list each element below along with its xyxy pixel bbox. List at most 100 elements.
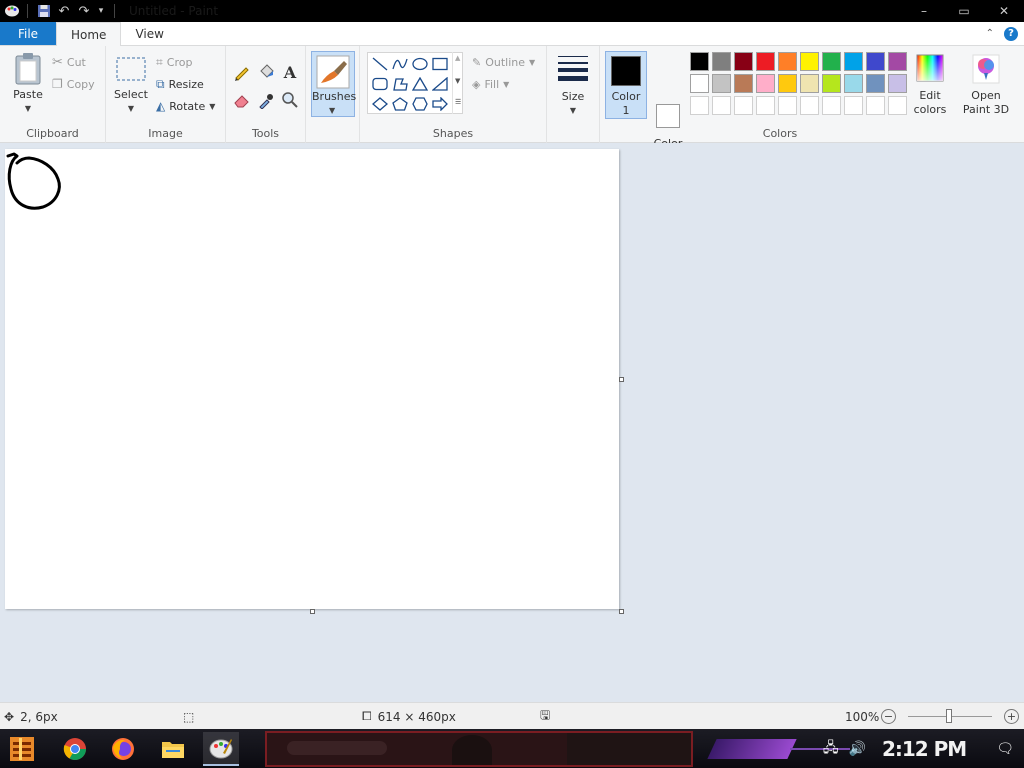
zoom-slider-thumb[interactable] — [946, 709, 952, 723]
select-button[interactable]: Select ▼ — [112, 56, 150, 116]
crop-icon: ⌗ — [156, 54, 163, 69]
scroll-down-icon[interactable]: ▼ — [455, 77, 460, 85]
file-explorer-taskbar-button[interactable] — [155, 732, 191, 766]
tab-home[interactable]: Home — [56, 22, 122, 47]
custom-color-slot[interactable] — [800, 96, 819, 115]
resize-handle-right[interactable] — [619, 377, 624, 382]
triangle-shape-icon[interactable] — [411, 76, 429, 92]
palette-color-swatch[interactable] — [734, 74, 753, 93]
start-button[interactable] — [4, 732, 40, 766]
help-icon[interactable]: ? — [1004, 26, 1018, 41]
palette-color-swatch[interactable] — [690, 74, 709, 93]
close-button[interactable]: ✕ — [984, 0, 1024, 22]
chrome-taskbar-button[interactable] — [57, 732, 93, 766]
custom-color-slot[interactable] — [844, 96, 863, 115]
palette-color-swatch[interactable] — [822, 74, 841, 93]
palette-color-swatch[interactable] — [778, 52, 797, 71]
resize-handle-corner[interactable] — [619, 609, 624, 614]
resize-button[interactable]: ⧉ Resize — [156, 74, 204, 94]
fill-bucket-icon[interactable] — [256, 62, 276, 82]
maximize-button[interactable]: ▭ — [944, 0, 984, 22]
text-icon[interactable]: A — [280, 62, 300, 82]
line-shape-icon[interactable] — [371, 56, 389, 72]
network-icon[interactable]: 🖧 — [823, 737, 839, 761]
resize-handle-bottom[interactable] — [310, 609, 315, 614]
tab-view[interactable]: View — [121, 22, 177, 45]
paste-button[interactable]: Paste ▼ — [8, 52, 48, 116]
palette-color-swatch[interactable] — [888, 52, 907, 71]
customize-quick-access-icon[interactable]: ▾ — [94, 2, 108, 20]
fill-caret-icon: ▼ — [503, 79, 510, 89]
palette-color-swatch[interactable] — [844, 52, 863, 71]
rounded-rectangle-shape-icon[interactable] — [371, 76, 389, 92]
minimize-button[interactable]: – — [904, 0, 944, 22]
volume-icon[interactable]: 🔊 — [849, 741, 866, 757]
cut-button[interactable]: ✂ Cut — [52, 52, 86, 72]
palette-color-swatch[interactable] — [866, 74, 885, 93]
pentagon-shape-icon[interactable] — [391, 96, 409, 112]
custom-color-slot[interactable] — [866, 96, 885, 115]
scroll-up-icon[interactable]: ▲ — [455, 54, 460, 62]
zoom-out-button[interactable]: − — [881, 709, 896, 724]
color-picker-icon[interactable] — [256, 90, 276, 110]
shapes-scrollbar[interactable]: ▲ ▼ ☰ — [452, 52, 463, 114]
drawing-canvas[interactable] — [5, 149, 619, 609]
brushes-button[interactable]: Brushes ▼ — [311, 51, 356, 117]
redo-icon[interactable]: ↷ — [74, 2, 94, 20]
custom-color-slot[interactable] — [822, 96, 841, 115]
paint-taskbar-button[interactable] — [203, 732, 239, 766]
color1-button[interactable]: Color 1 — [605, 51, 647, 119]
palette-color-swatch[interactable] — [756, 74, 775, 93]
arrow-shape-icon[interactable] — [431, 96, 449, 112]
taskbar-clock[interactable]: 2:12 PM — [882, 737, 967, 761]
palette-color-swatch[interactable] — [690, 52, 709, 71]
tab-file[interactable]: File — [0, 22, 56, 45]
palette-color-swatch[interactable] — [844, 74, 863, 93]
curve-shape-icon[interactable] — [391, 56, 409, 72]
save-icon[interactable] — [34, 2, 54, 20]
eraser-icon[interactable] — [232, 90, 252, 110]
minimize-ribbon-icon[interactable]: ⌃ — [986, 28, 994, 39]
edit-colors-button[interactable]: Edit colors — [910, 54, 950, 117]
right-triangle-shape-icon[interactable] — [431, 76, 449, 92]
firefox-taskbar-button[interactable] — [105, 732, 141, 766]
magnifier-icon[interactable] — [280, 90, 300, 110]
palette-color-swatch[interactable] — [756, 52, 775, 71]
custom-color-slot[interactable] — [690, 96, 709, 115]
crop-button[interactable]: ⌗ Crop — [156, 52, 192, 72]
diamond-shape-icon[interactable] — [371, 96, 389, 112]
taskbar: 🖧 🔊 2:12 PM 🗨 — [0, 729, 1024, 768]
outline-button[interactable]: ✎ Outline ▼ — [472, 52, 535, 72]
palette-color-swatch[interactable] — [734, 52, 753, 71]
palette-color-swatch[interactable] — [822, 52, 841, 71]
expand-gallery-icon[interactable]: ☰ — [455, 98, 461, 106]
copy-button[interactable]: ❐ Copy — [52, 74, 95, 94]
zoom-in-button[interactable]: + — [1004, 709, 1019, 724]
custom-color-slot[interactable] — [888, 96, 907, 115]
palette-color-swatch[interactable] — [712, 52, 731, 71]
size-button[interactable]: Size ▼ — [553, 54, 593, 118]
custom-color-slot[interactable] — [734, 96, 753, 115]
palette-color-swatch[interactable] — [800, 74, 819, 93]
polygon-shape-icon[interactable] — [391, 76, 409, 92]
custom-color-slot[interactable] — [778, 96, 797, 115]
notifications-icon[interactable]: 🗨 — [996, 741, 1014, 757]
rotate-button[interactable]: ◭ Rotate ▼ — [156, 96, 215, 116]
size-group: Size ▼ — [547, 46, 599, 143]
fill-button[interactable]: ◈ Fill ▼ — [472, 74, 509, 94]
palette-color-swatch[interactable] — [866, 52, 885, 71]
custom-color-slot[interactable] — [712, 96, 731, 115]
hexagon-shape-icon[interactable] — [411, 96, 429, 112]
oval-shape-icon[interactable] — [411, 56, 429, 72]
custom-color-slot[interactable] — [756, 96, 775, 115]
paste-label: Paste — [13, 88, 43, 101]
palette-color-swatch[interactable] — [778, 74, 797, 93]
palette-color-swatch[interactable] — [888, 74, 907, 93]
rectangle-shape-icon[interactable] — [431, 56, 449, 72]
palette-color-swatch[interactable] — [800, 52, 819, 71]
paint-app-icon[interactable] — [3, 2, 21, 20]
pencil-icon[interactable] — [232, 62, 252, 82]
open-paint3d-button[interactable]: Open Paint 3D — [958, 54, 1014, 117]
undo-icon[interactable]: ↶ — [54, 2, 74, 20]
palette-color-swatch[interactable] — [712, 74, 731, 93]
